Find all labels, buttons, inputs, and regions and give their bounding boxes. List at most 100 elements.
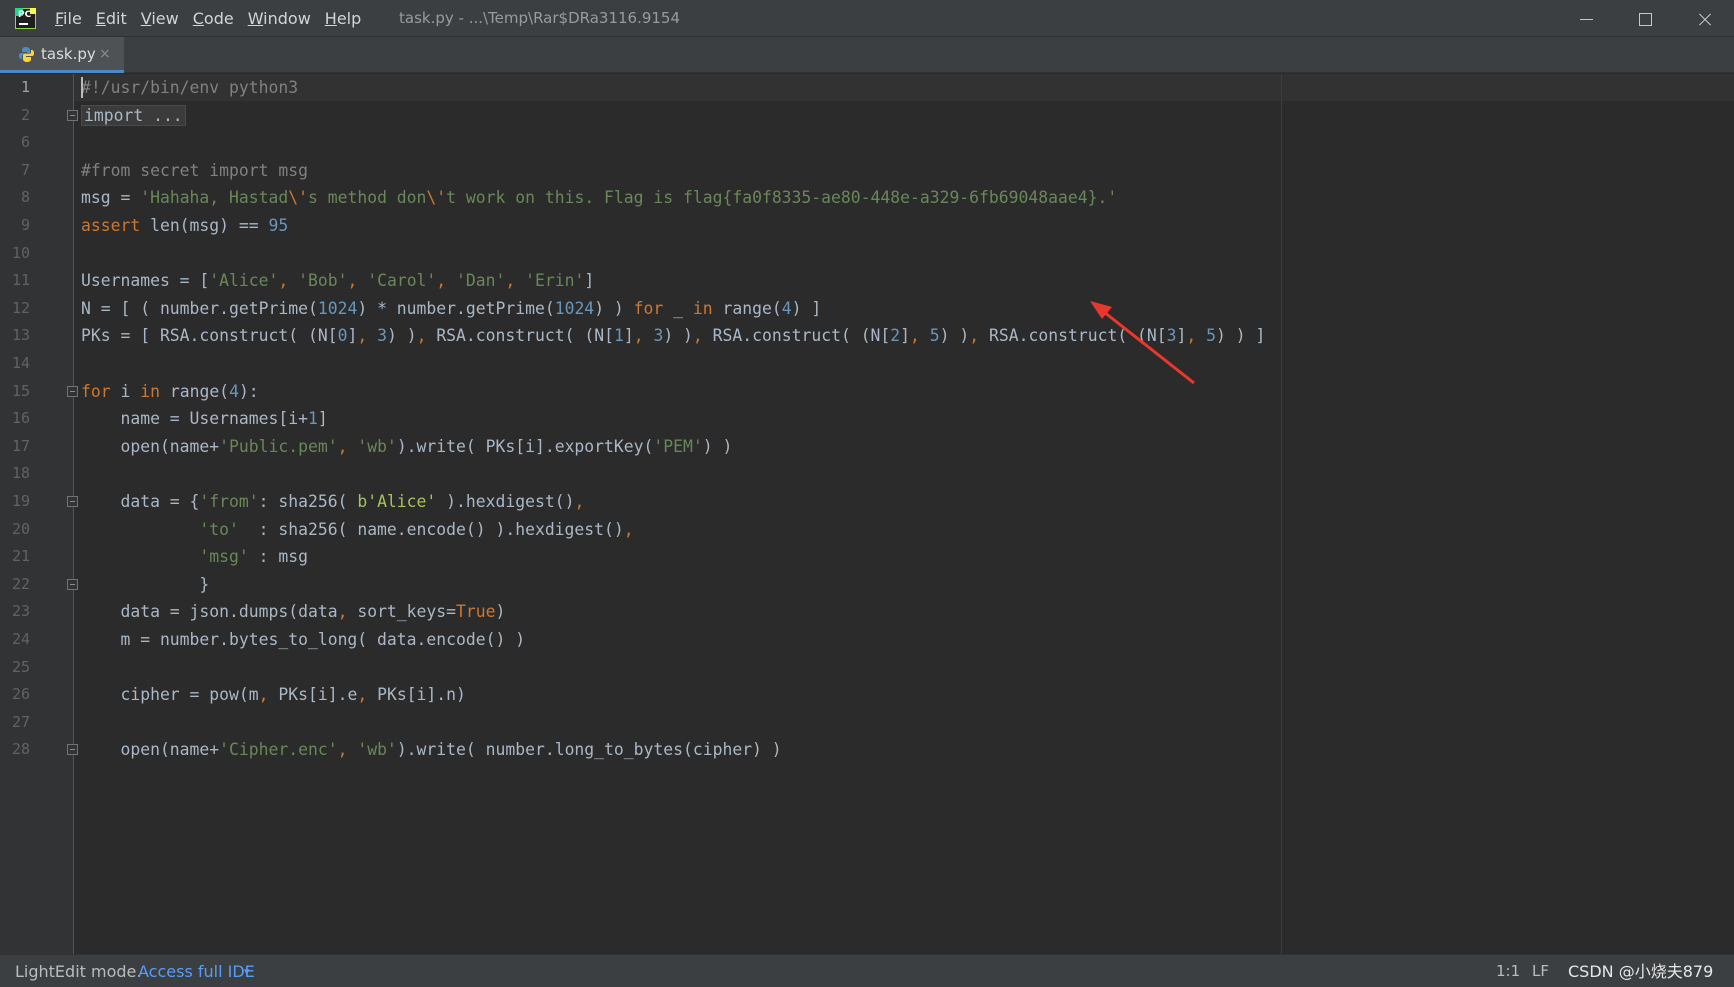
minimize-button[interactable] xyxy=(1558,0,1616,37)
code-token: ] xyxy=(584,271,595,291)
title-bar: PC File Edit View Code Window Help task.py - … xyxy=(0,0,1734,37)
code-line[interactable]: data = {'from': sha256( b'Alice' ).hexdi… xyxy=(81,488,584,515)
code-line[interactable]: import ... xyxy=(81,102,186,129)
code-line[interactable]: open(name+'Cipher.enc', 'wb').write( num… xyxy=(81,736,781,763)
code-line[interactable]: m = number.bytes_to_long( data.encode() … xyxy=(81,626,525,653)
menu-view[interactable]: View xyxy=(134,0,186,37)
menu-code[interactable]: Code xyxy=(186,0,241,37)
code-line[interactable]: open(name+'Public.pem', 'wb').write( PKs… xyxy=(81,433,732,460)
code-token: 1024 xyxy=(317,298,358,318)
line-number: 28 xyxy=(11,740,30,759)
code-line[interactable]: assert len(msg) == 95 xyxy=(81,212,288,239)
fold-marker-icon[interactable] xyxy=(67,109,78,121)
code-token: open(name+ xyxy=(81,436,220,456)
code-token: , xyxy=(969,326,990,346)
code-token: , xyxy=(347,271,368,291)
menu-bar: File Edit View Code Window Help xyxy=(48,0,368,37)
code-line[interactable]: #from secret import msg xyxy=(81,157,308,184)
watermark-text: CSDN @小烧夫879 xyxy=(1568,962,1714,981)
menu-help[interactable]: Help xyxy=(318,0,368,37)
collapsed-imports[interactable]: import ... xyxy=(81,104,186,126)
code-line[interactable]: 'to' : sha256( name.encode() ).hexdigest… xyxy=(81,516,634,543)
line-number: 22 xyxy=(11,574,30,593)
code-token: True xyxy=(456,602,496,622)
line-number: 15 xyxy=(11,381,30,400)
code-token: 'from' xyxy=(199,492,259,511)
code-line[interactable]: #!/usr/bin/env python3 xyxy=(81,74,298,101)
lightedit-mode-label: LightEdit mode. xyxy=(15,962,142,981)
tab-task-py[interactable]: task.py × xyxy=(0,37,124,73)
fold-marker-icon[interactable] xyxy=(67,744,78,756)
code-token: , xyxy=(357,326,378,346)
line-number: 13 xyxy=(11,326,30,345)
caret-position[interactable]: 1:1 xyxy=(1496,955,1520,987)
code-token: , xyxy=(574,492,585,511)
code-token: ): xyxy=(238,381,259,401)
code-token: 4 xyxy=(781,298,792,318)
tab-close-icon[interactable]: × xyxy=(99,37,111,71)
code-line[interactable]: cipher = pow(m, PKs[i].e, PKs[i].n) xyxy=(81,681,465,708)
fold-marker-icon[interactable] xyxy=(67,496,78,507)
code-token: ] xyxy=(900,326,911,346)
status-bar: LightEdit mode. Access full IDE ▾ 1:1 LF… xyxy=(0,954,1734,987)
code-token: ) ) xyxy=(702,436,733,456)
code-token: N = [ ( number.getPrime( xyxy=(81,298,318,318)
fold-marker-icon[interactable] xyxy=(67,385,78,397)
code-line[interactable]: data = json.dumps(data, sort_keys=True) xyxy=(81,598,505,625)
code-token: 'Cipher.enc' xyxy=(219,740,338,760)
code-token: 95 xyxy=(268,216,289,235)
code-token: #from secret import msg xyxy=(81,160,308,180)
code-token: s method don xyxy=(308,188,427,208)
menu-edit[interactable]: Edit xyxy=(89,0,134,37)
code-token: ).hexdigest() xyxy=(436,492,575,511)
python-file-icon xyxy=(19,47,34,62)
code-token: } xyxy=(81,574,210,594)
line-number: 16 xyxy=(11,409,30,428)
close-button[interactable] xyxy=(1676,0,1734,37)
code-line[interactable]: } xyxy=(81,571,209,598)
code-token: 2 xyxy=(890,326,901,346)
line-number: 18 xyxy=(11,464,30,483)
line-number: 8 xyxy=(20,188,30,207)
code-token: 4 xyxy=(229,381,239,401)
line-number: 11 xyxy=(11,271,30,290)
code-token: \' xyxy=(288,188,308,208)
code-token: ) ) xyxy=(663,326,693,346)
code-token: for xyxy=(633,298,674,318)
code-token: PKs[i].e xyxy=(278,685,358,705)
code-line[interactable]: 'msg' : msg xyxy=(81,543,308,570)
code-line[interactable]: N = [ ( number.getPrime(1024) * number.g… xyxy=(81,295,821,322)
code-token: ).write( PKs[i].exportKey( xyxy=(396,436,654,456)
code-token: , xyxy=(692,326,713,346)
maximize-button[interactable] xyxy=(1617,0,1675,37)
code-token: b'Alice' xyxy=(357,492,437,511)
access-full-ide-link[interactable]: Access full IDE xyxy=(138,955,255,987)
line-number: 1 xyxy=(20,78,30,96)
code-token: 'Public.pem' xyxy=(219,436,338,456)
code-token: 1024 xyxy=(554,298,595,318)
code-line[interactable]: msg = 'Hahaha, Hastad\'s method don\'t w… xyxy=(81,184,1117,211)
code-token: , xyxy=(623,519,634,539)
line-number: 25 xyxy=(11,657,30,676)
code-token: ] xyxy=(347,326,358,346)
line-number: 2 xyxy=(20,105,30,124)
code-line[interactable]: name = Usernames[i+1] xyxy=(81,405,327,432)
code-editor[interactable]: 1 2 6 7 8 9 10 11 12 13 14 15 16 17 18 19 20 21 22 23 24 25 26… xyxy=(0,74,1734,954)
code-token: ) ) xyxy=(386,326,417,346)
code-line[interactable]: for i in range(4): xyxy=(81,378,259,405)
menu-window[interactable]: Window xyxy=(241,0,318,37)
code-token: RSA.construct( (N[ xyxy=(712,326,891,346)
chevron-down-icon[interactable]: ▾ xyxy=(244,955,250,987)
fold-marker-icon[interactable] xyxy=(67,578,78,590)
code-token: in xyxy=(140,381,170,401)
code-token: PKs = [ RSA.construct( (N[ xyxy=(81,326,338,346)
code-token: len(msg) == xyxy=(150,216,269,235)
editor-tab-bar: task.py × xyxy=(0,37,1734,73)
code-token: open(name+ xyxy=(81,740,220,760)
menu-file[interactable]: File xyxy=(48,0,89,37)
code-token: 'Hahaha, Hastad xyxy=(140,188,289,208)
line-number: 20 xyxy=(11,519,30,538)
line-ending[interactable]: LF xyxy=(1532,955,1549,987)
code-line[interactable]: Usernames = ['Alice', 'Bob', 'Carol', 'D… xyxy=(81,267,594,294)
code-token: ) ] xyxy=(791,298,822,318)
